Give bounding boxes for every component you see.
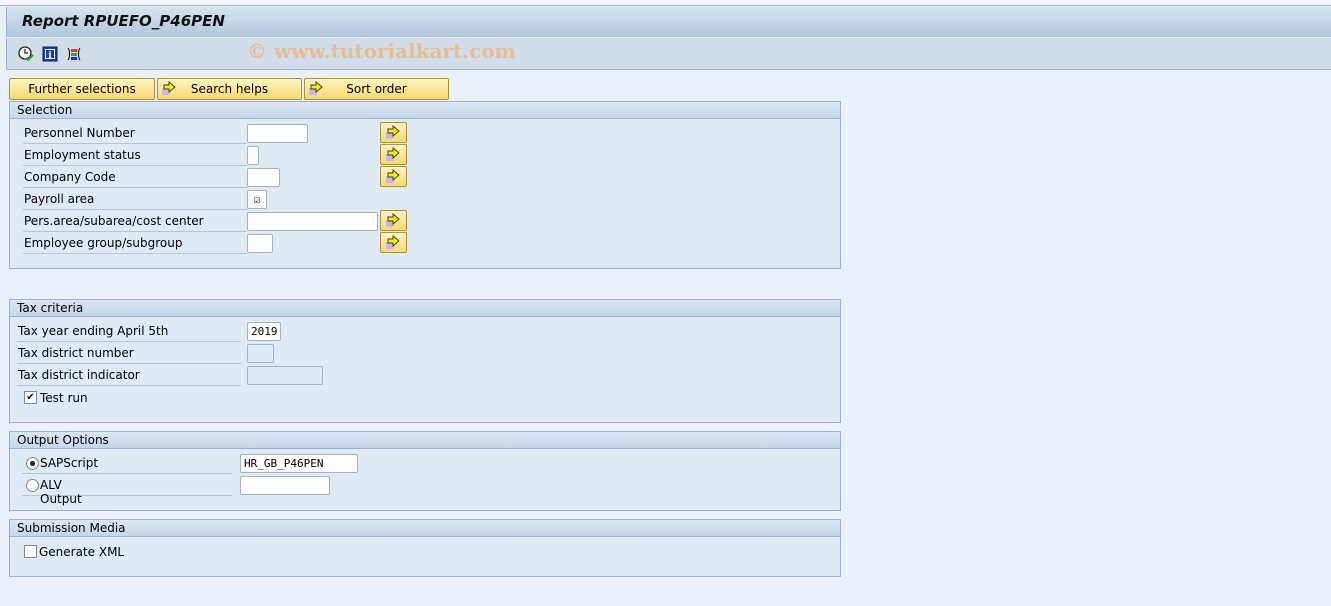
svg-text:i: i — [48, 51, 52, 61]
sapscript-label: SAPScript — [40, 456, 99, 470]
multiple-selection-indicator[interactable]: ☑ — [247, 190, 267, 209]
selection-group-title: Selection — [10, 102, 840, 119]
selection-variant-icon[interactable] — [65, 45, 83, 63]
multiple-selection-button[interactable] — [380, 232, 407, 253]
tax-district-indicator-label: Tax district indicator — [17, 364, 241, 386]
selection-field-label: Payroll area — [23, 188, 247, 210]
submission-media-group: Submission Media — [9, 519, 841, 577]
search-helps-button[interactable]: Search helps — [157, 78, 302, 100]
generate-xml-label: Generate XML — [39, 545, 125, 559]
multiple-selection-button[interactable] — [380, 144, 407, 165]
alv-output-label: ALV Output — [40, 478, 82, 506]
application-toolbar: i © www.tutorialkart.com — [6, 38, 1331, 70]
multiple-selection-button[interactable] — [380, 166, 407, 187]
submission-media-title: Submission Media — [10, 520, 840, 537]
sort-order-button[interactable]: Sort order — [304, 78, 449, 100]
multiple-selection-button[interactable] — [380, 122, 407, 143]
page-title: Report RPUEFO_P46PEN — [22, 12, 225, 30]
execute-clock-icon[interactable] — [17, 45, 35, 63]
generate-xml-checkbox[interactable] — [24, 545, 37, 558]
test-run-checkbox[interactable]: ✔ — [24, 391, 37, 404]
selection-field-input[interactable] — [247, 168, 280, 187]
output-options-title: Output Options — [10, 432, 840, 449]
alv-layout-input[interactable] — [240, 476, 330, 495]
further-selections-label: Further selections — [28, 82, 136, 96]
alv-output-radio[interactable] — [26, 479, 39, 492]
arrow-right-icon — [161, 81, 177, 100]
info-icon[interactable]: i — [41, 45, 59, 63]
arrow-right-icon — [308, 81, 324, 100]
selection-field-label: Employee group/subgroup — [23, 232, 247, 254]
selection-field-input[interactable] — [247, 212, 378, 231]
selection-field-label: Company Code — [23, 166, 247, 188]
tax-district-number-label: Tax district number — [17, 342, 241, 364]
selection-field-input[interactable] — [247, 146, 259, 165]
tax-criteria-title: Tax criteria — [10, 300, 840, 317]
sapscript-radio[interactable] — [26, 457, 39, 470]
test-run-label: Test run — [40, 391, 88, 405]
title-bar: Report RPUEFO_P46PEN — [6, 7, 1331, 37]
tax-year-label: Tax year ending April 5th — [17, 320, 241, 342]
tax-year-input[interactable]: 2019 — [247, 322, 281, 341]
selection-field-label: Employment status — [23, 144, 247, 166]
sapscript-form-input[interactable]: HR_GB_P46PEN — [240, 454, 358, 473]
window-top-strip — [0, 0, 1331, 6]
multiple-selection-button[interactable] — [380, 210, 407, 231]
selection-field-input[interactable] — [247, 124, 308, 143]
selection-field-label: Pers.area/subarea/cost center — [23, 210, 247, 232]
tax-district-number-input — [247, 344, 274, 363]
search-helps-label: Search helps — [190, 82, 269, 96]
sort-order-label: Sort order — [346, 82, 407, 96]
further-selections-button[interactable]: Further selections — [9, 78, 155, 100]
selection-field-input[interactable] — [247, 234, 273, 253]
watermark: © www.tutorialkart.com — [247, 39, 516, 63]
selection-field-label: Personnel Number — [23, 122, 247, 144]
tax-district-indicator-input — [247, 366, 323, 385]
